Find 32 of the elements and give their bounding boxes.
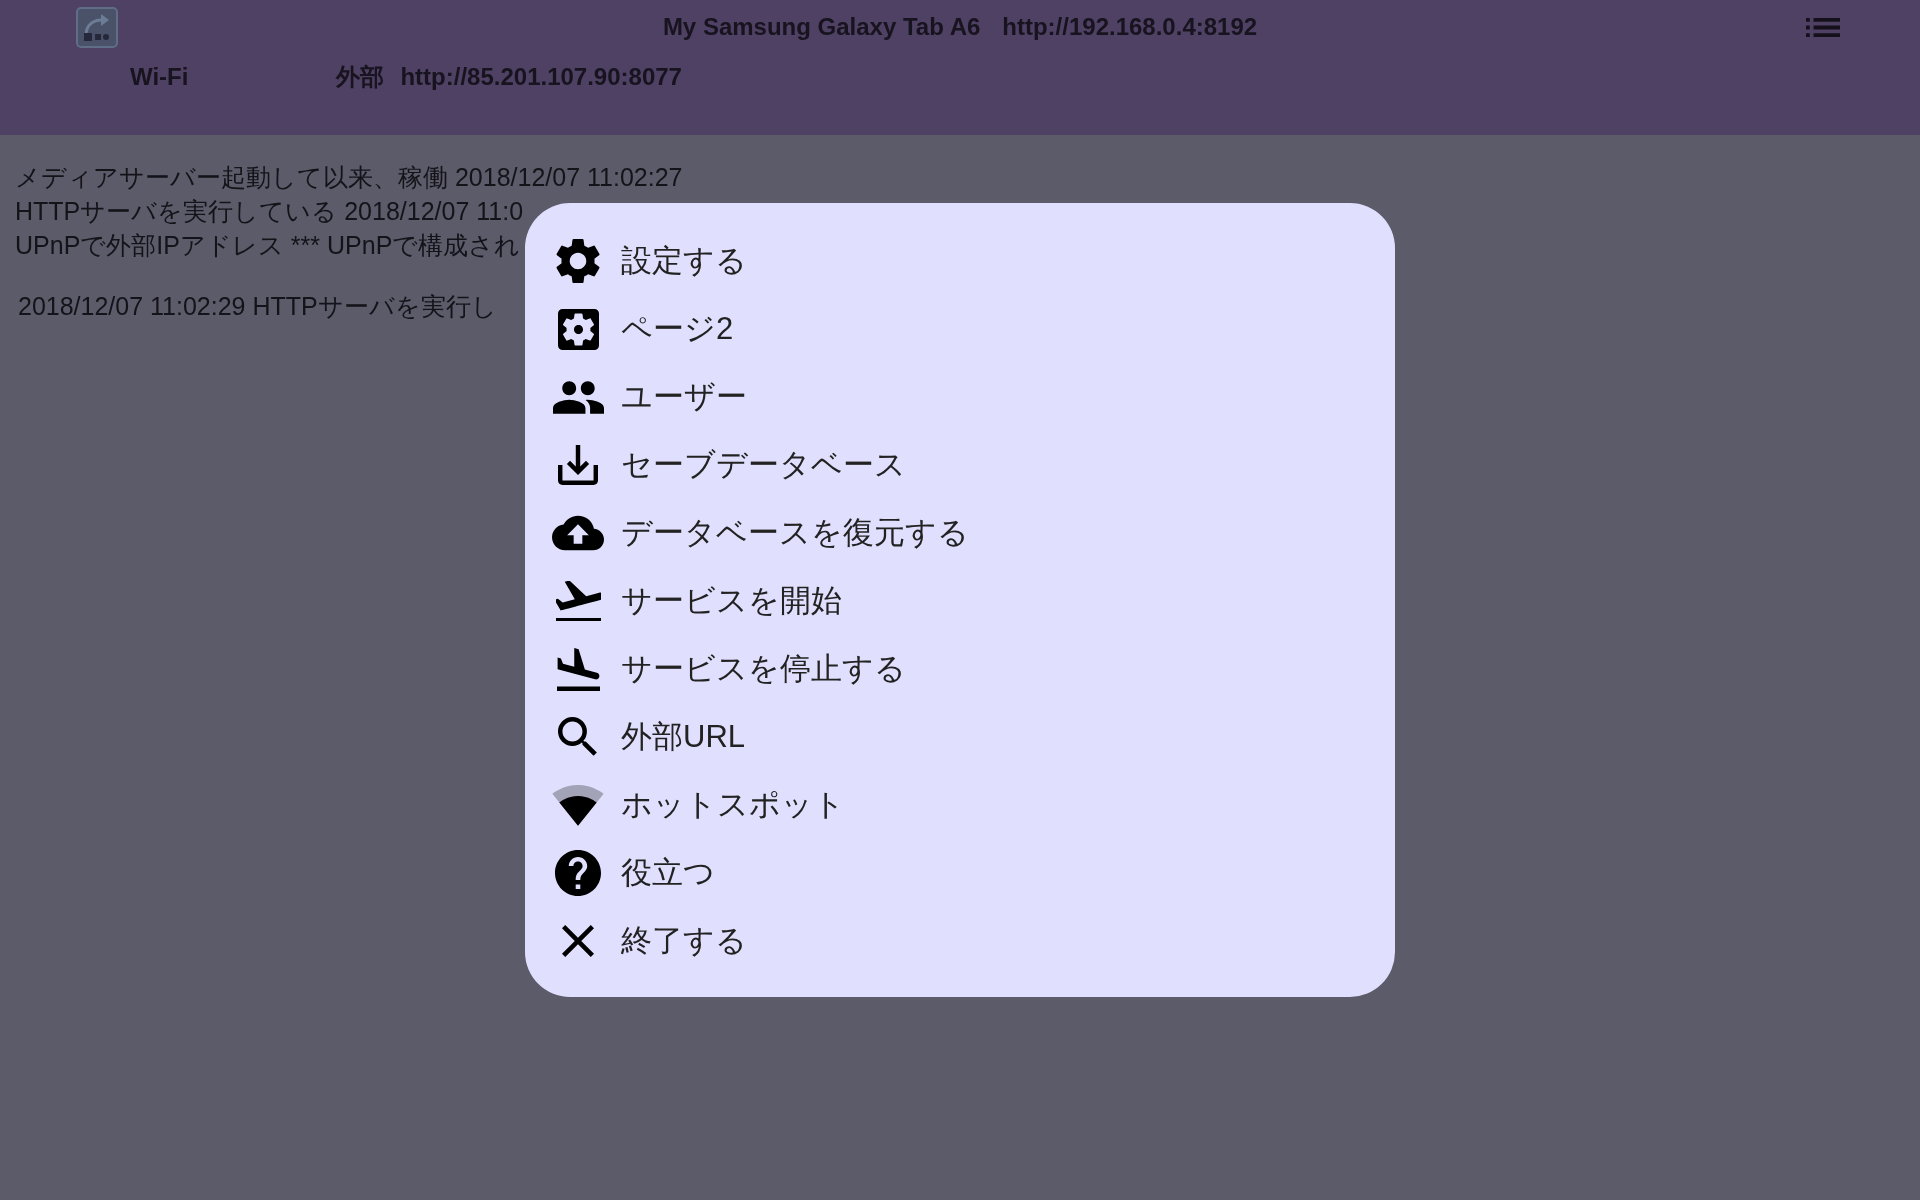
menu-item[interactable]: ページ2 (552, 295, 1368, 363)
cloud-upload-icon (552, 515, 604, 551)
menu-item[interactable]: 外部URL (552, 703, 1368, 771)
menu-item[interactable]: ホットスポット (552, 771, 1368, 839)
plane-takeoff-icon (555, 581, 601, 621)
device-name: My Samsung Galaxy Tab A6 (662, 12, 981, 42)
log-entry: 2018/12/07 11:02:29 HTTPサーバを実行し (18, 292, 497, 320)
plane-landing-icon (556, 647, 600, 691)
download-icon (557, 445, 599, 485)
network-type: Wi-Fi (130, 62, 189, 92)
menu-item[interactable]: サービスを停止する (552, 635, 1368, 703)
menu-item[interactable]: 役立つ (552, 839, 1368, 907)
help-icon (555, 850, 601, 896)
menu-item[interactable]: データベースを復元する (552, 499, 1368, 567)
status-line: メディアサーバー起動して以来、稼働 2018/12/07 11:02:27 (15, 163, 683, 191)
settings-icon (555, 238, 601, 284)
menu-item[interactable]: サービスを開始 (552, 567, 1368, 635)
menu-item[interactable]: セーブデータベース (552, 431, 1368, 499)
menu-item[interactable]: 終了する (552, 907, 1368, 975)
list-icon[interactable] (1806, 17, 1840, 37)
app-icon (76, 6, 118, 48)
menu-item[interactable]: 設定する (552, 227, 1368, 295)
status-line: UPnPで外部IPアドレス *** UPnPで構成され (15, 231, 521, 259)
external-url: http://85.201.107.90:8077 (400, 62, 682, 92)
status-line: HTTPサーバを実行している 2018/12/07 11:0 (15, 197, 524, 225)
external-label: 外部 (336, 62, 385, 92)
search-icon (558, 717, 598, 757)
close-icon (562, 925, 594, 957)
people-icon (552, 380, 604, 414)
menu-item[interactable]: ユーザー (552, 363, 1368, 431)
wifi-signal-icon (552, 784, 604, 826)
local-url: http://192.168.0.4:8192 (1002, 12, 1258, 42)
